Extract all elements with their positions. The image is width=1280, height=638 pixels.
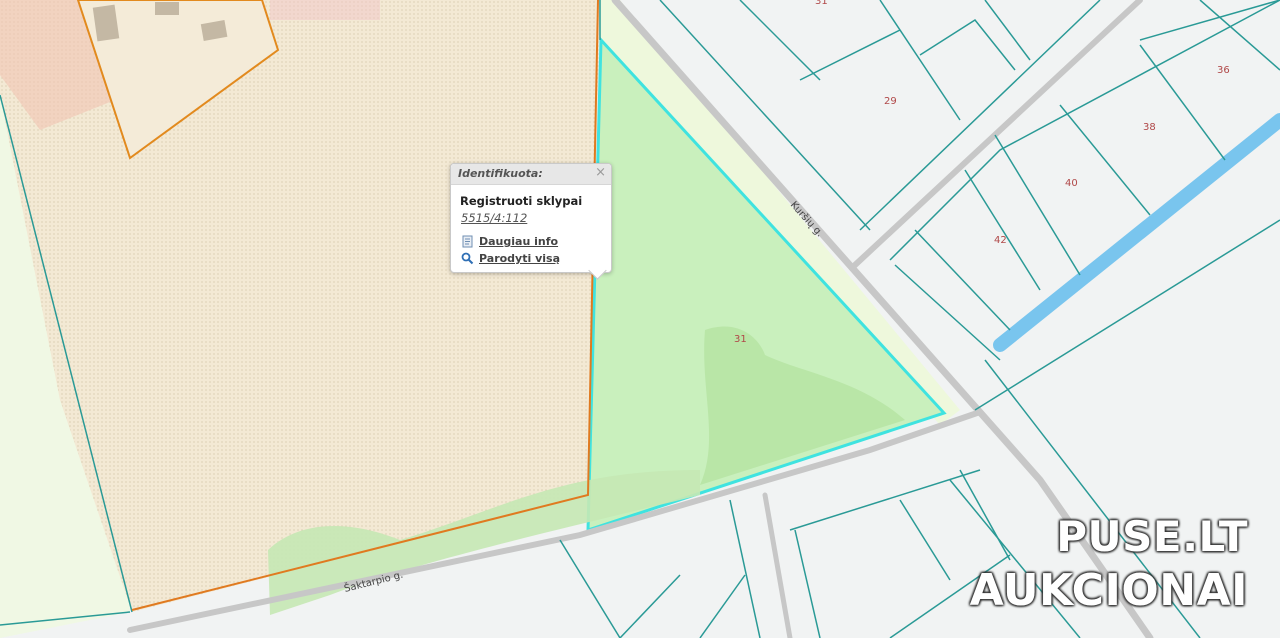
building-2 [155, 2, 179, 15]
document-icon [461, 235, 474, 248]
more-info-label: Daugiau info [479, 235, 559, 248]
magnifier-icon [461, 252, 474, 265]
popup-title: Identifikuota: [458, 167, 543, 180]
watermark-line-1: PUSE.LT [1056, 512, 1248, 561]
show-all-link[interactable]: Parodyti visą [461, 252, 560, 265]
building-1 [92, 4, 120, 42]
pink-zone-top [270, 0, 380, 20]
parcel-number: 29 [884, 96, 897, 107]
show-all-label: Parodyti visą [479, 252, 560, 265]
popup-layer-name: Registruoti sklypai [460, 194, 583, 208]
parcel-id-link[interactable]: 5515/4:112 [461, 211, 527, 225]
close-icon[interactable]: × [595, 165, 606, 181]
more-info-link[interactable]: Daugiau info [461, 235, 558, 248]
parcel-number: 31 [815, 0, 828, 7]
watermark-line-2: AUKCIONAI [969, 565, 1248, 616]
parcel-number: 36 [1217, 65, 1230, 76]
identify-popup: Identifikuota: × Registruoti sklypai 551… [450, 163, 612, 280]
parcel-number: 40 [1065, 178, 1078, 189]
parcel-number: 31 [734, 334, 747, 345]
parcel-number: 42 [994, 235, 1007, 246]
parcel-number: 38 [1143, 122, 1156, 133]
popup-header: Identifikuota: × [451, 164, 611, 185]
